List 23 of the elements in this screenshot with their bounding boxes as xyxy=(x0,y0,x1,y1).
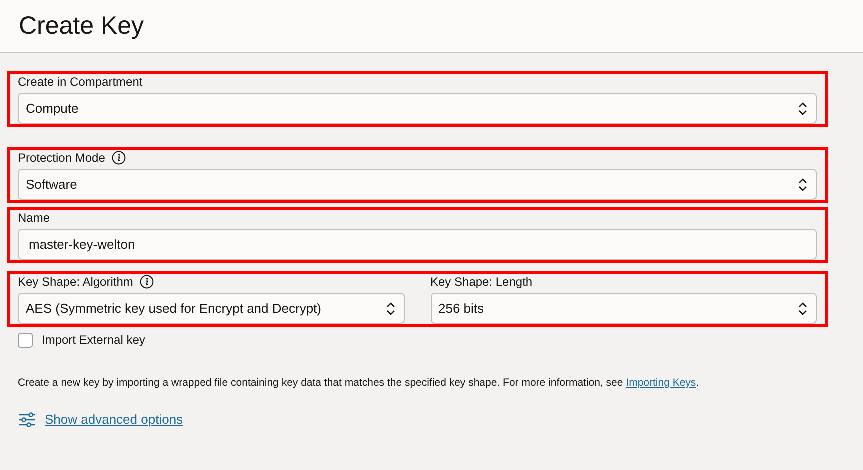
select-field[interactable]: Compute xyxy=(18,93,817,124)
select-field[interactable]: 256 bits xyxy=(430,293,817,324)
field-label: Create in Compartment xyxy=(18,74,143,90)
field-label: Protection Mode xyxy=(18,150,106,166)
checkbox-label: Import External key xyxy=(42,332,146,349)
checkbox[interactable] xyxy=(18,332,33,348)
field-label: Key Shape: Length xyxy=(430,274,533,290)
info-icon[interactable] xyxy=(140,275,154,289)
select-field[interactable]: AES (Symmetric key used for Encrypt and Decrypt) xyxy=(18,293,404,324)
field-label: Name xyxy=(18,210,50,226)
caret-icon xyxy=(798,178,808,192)
field-label: Key Shape: Algorithm xyxy=(18,274,134,290)
page-title: Create Key xyxy=(19,11,144,41)
description-text: Create a new key by importing a wrapped file containing key data that matches the specified key shape. For more information, see Importing Keys. xyxy=(18,376,700,391)
info-icon[interactable] xyxy=(112,151,126,165)
select-field[interactable]: Software xyxy=(18,169,817,200)
caret-icon xyxy=(386,302,396,316)
sliders-icon[interactable] xyxy=(18,412,36,428)
advanced-options-link[interactable]: Show advanced options xyxy=(45,410,184,430)
importing-keys-link[interactable]: Importing Keys xyxy=(626,377,696,389)
caret-icon xyxy=(798,302,808,316)
input-field[interactable]: master-key-welton xyxy=(18,229,817,260)
caret-icon xyxy=(798,102,808,116)
